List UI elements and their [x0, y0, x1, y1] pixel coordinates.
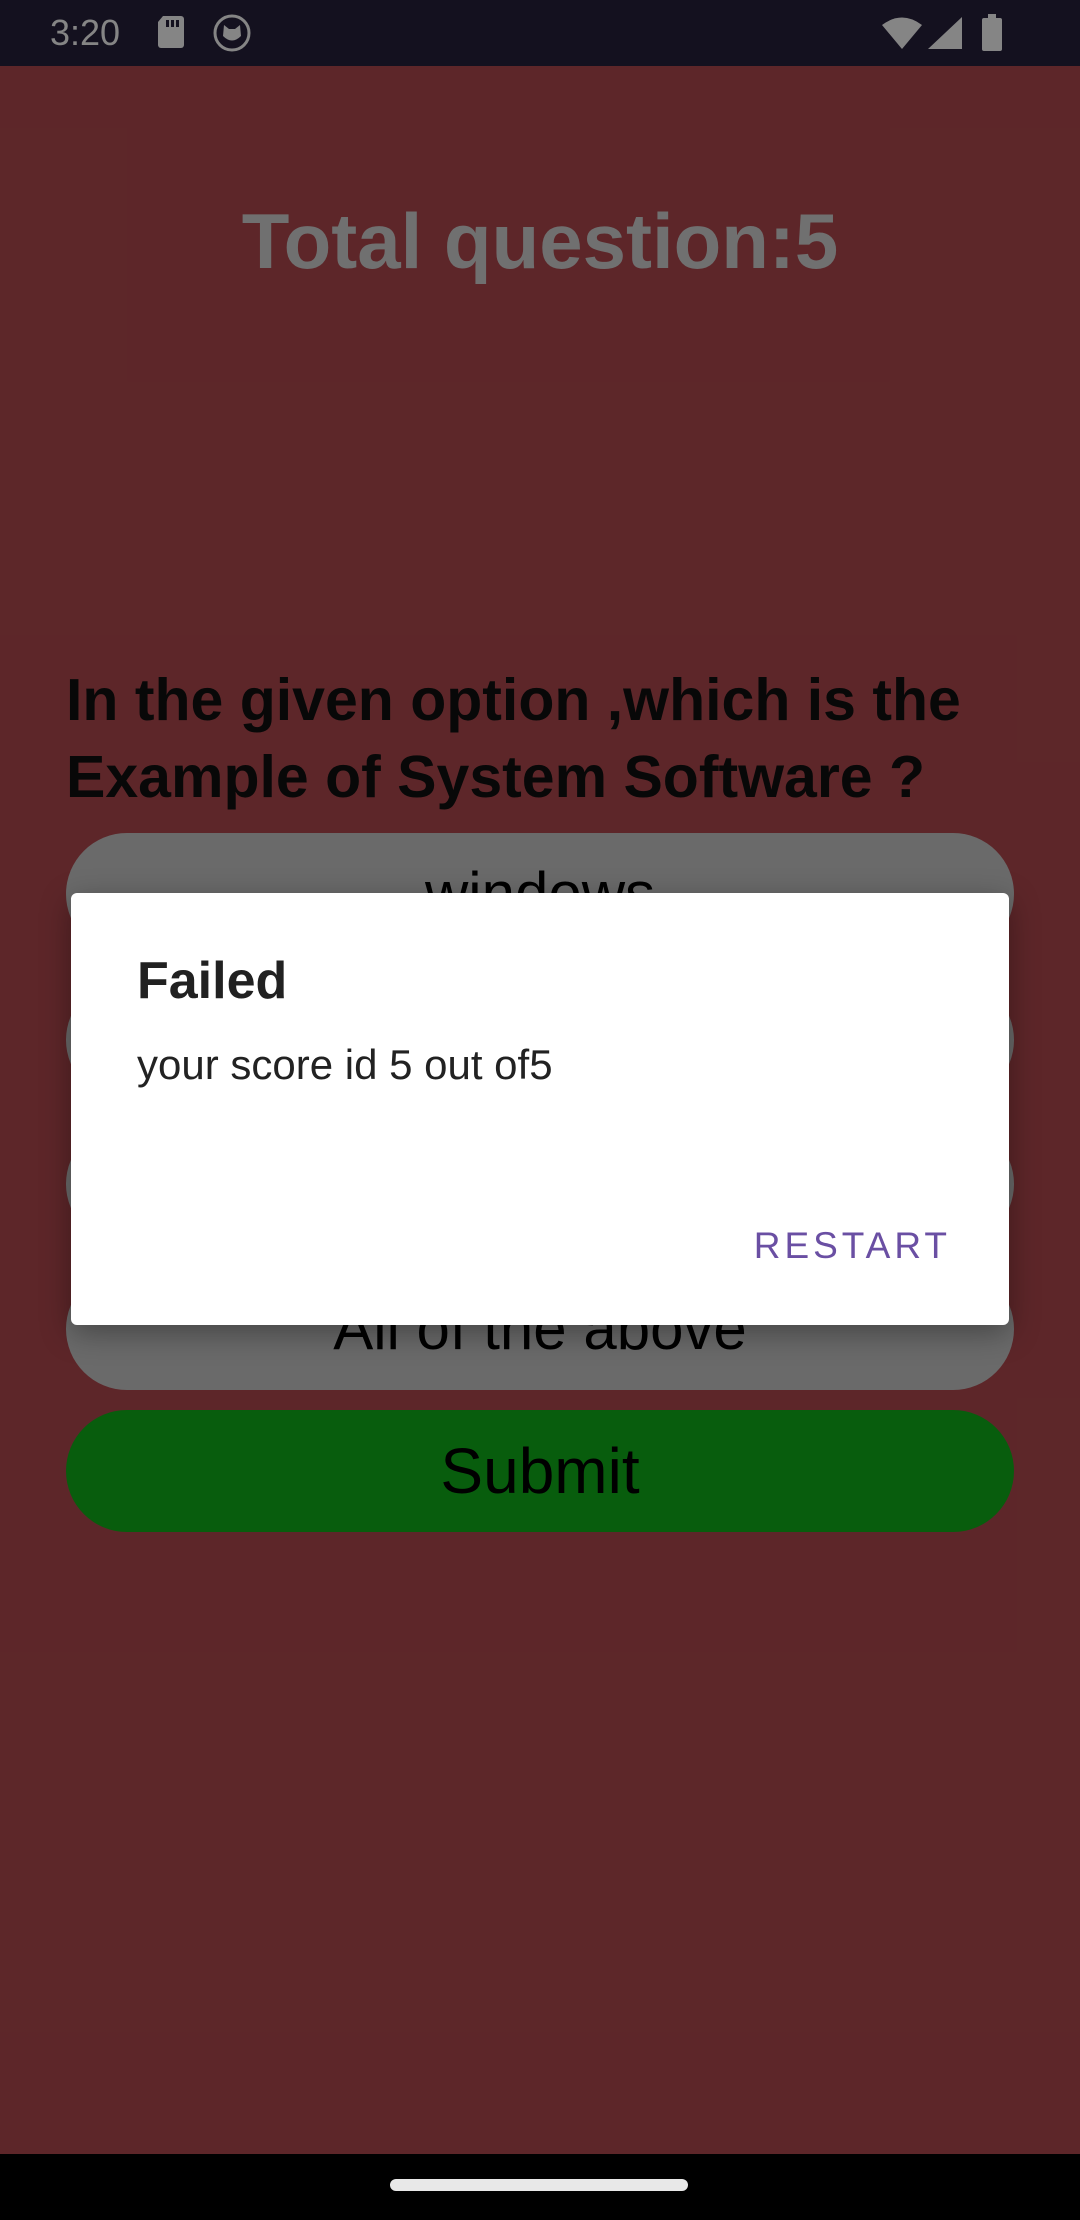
dialog-title: Failed	[137, 952, 288, 1010]
home-gesture-handle[interactable]	[390, 2179, 688, 2191]
result-dialog: Failed your score id 5 out of5 RESTART	[71, 893, 1009, 1325]
navigation-bar	[0, 2154, 1080, 2220]
dialog-message: your score id 5 out of5	[137, 1041, 553, 1088]
restart-button[interactable]: RESTART	[748, 1215, 957, 1277]
